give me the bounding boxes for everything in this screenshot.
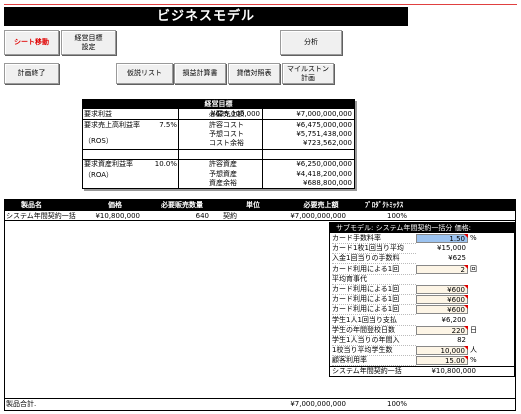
allowed-assets-value: ¥6,250,000,000 — [296, 160, 352, 168]
col-product-name: 製品名 — [21, 201, 42, 209]
submodel-row-label: 顧客利用率 — [332, 356, 416, 367]
submodel-row-value[interactable]: 1.50 — [416, 234, 468, 243]
submodel-row-label: カード利用による1回 — [332, 265, 416, 275]
required-sales-value: ¥7,000,000,000 — [296, 110, 352, 118]
submodel-result-value: ¥10,800,000 — [431, 367, 476, 375]
submodel-row-value[interactable]: 15.00 — [416, 356, 468, 366]
allowed-cost-label: 許容コスト — [209, 121, 244, 129]
management-targets-panel: 経営目標 要求利益 ¥625,000,000 必要売上額 ¥7,000,000,… — [82, 99, 355, 189]
hypothesis-list-label: 仮説リスト — [127, 69, 162, 77]
submodel-row-value[interactable]: ¥600 — [416, 285, 468, 294]
roa-sub-label: （ROA） — [84, 171, 114, 179]
submodel-title: サブモデル: システム年間契約一括分 価格: — [330, 223, 516, 233]
submodel-row-label: カード利用による1回 — [332, 285, 416, 295]
col-required-qty: 必要販売数量 — [161, 201, 203, 209]
product-total-sales: ¥7,000,000,000 — [290, 400, 346, 408]
submodel-row-unit: % — [470, 234, 477, 242]
analysis-button[interactable]: 分析 — [280, 30, 342, 55]
expected-cost-value: ¥5,751,438,000 — [296, 130, 352, 138]
product-unit-cell[interactable]: 契約 — [223, 212, 263, 221]
hypothesis-list-button[interactable]: 仮説リスト — [116, 63, 173, 84]
submodel-panel: サブモデル: システム年間契約一括分 価格: カード手数料率 1.50% カード1枚… — [329, 222, 516, 377]
top-accent-line — [4, 4, 517, 5]
asset-margin-value: ¥688,800,000 — [303, 179, 352, 187]
management-targets-title: 経営目標 — [82, 99, 355, 109]
submodel-row-value[interactable]: ¥600 — [416, 295, 468, 305]
col-unit: 単位 — [246, 201, 260, 209]
col-price: 価格 — [108, 201, 122, 209]
submodel-row-label: 1校当り平均学生数 — [332, 346, 416, 357]
ros-sub-label: （ROS） — [84, 137, 113, 145]
comment-marker-icon — [464, 356, 468, 361]
comment-marker-icon — [464, 325, 468, 330]
submodel-row-value: ¥6,200 — [416, 315, 468, 325]
submodel-row-label: カード1枚1回当り平均 — [332, 244, 416, 255]
product-qty-cell[interactable]: 640 — [155, 212, 209, 221]
submodel-row-label: 学生1人1回当り支払 — [332, 316, 416, 326]
allowed-cost-value: ¥6,475,000,000 — [296, 121, 352, 129]
submodel-row-value: 82 — [416, 336, 468, 345]
comment-marker-icon — [464, 295, 468, 300]
end-plan-button[interactable]: 計画終了 — [4, 63, 59, 84]
product-table: 製品名 価格 必要販売数量 単位 必要売上額 ﾌﾟﾛﾀﾞｸﾄﾐｯｸｽ システム年… — [4, 199, 516, 411]
submodel-row-value[interactable]: ¥600 — [416, 305, 468, 315]
product-name-cell[interactable]: システム年間契約一括 — [6, 212, 82, 221]
comment-marker-icon — [464, 346, 468, 351]
submodel-row-label: カード手数料率 — [332, 234, 416, 244]
expected-cost-label: 予想コスト — [209, 130, 244, 138]
set-targets-label: 経営目標 設定 — [74, 33, 103, 51]
sheet-move-button[interactable]: シート移動 — [4, 30, 59, 55]
product-total-label: 製品合計. — [6, 400, 37, 408]
comment-marker-icon — [464, 285, 468, 289]
milestone-plan-label: マイルストン 計画 — [287, 64, 329, 82]
set-targets-button[interactable]: 経営目標 設定 — [61, 30, 116, 55]
cost-margin-label: コスト余裕 — [209, 139, 244, 147]
comment-marker-icon — [464, 305, 468, 310]
col-product-mix: ﾌﾟﾛﾀﾞｸﾄﾐｯｸｽ — [364, 201, 404, 209]
allowed-assets-label: 許容資産 — [209, 160, 237, 168]
expected-assets-label: 予想資産 — [209, 170, 237, 178]
end-plan-label: 計画終了 — [17, 69, 46, 77]
balance-sheet-label: 貸借対照表 — [236, 69, 272, 77]
page-title: ビジネスモデル — [4, 7, 408, 26]
ros-value: 7.5% — [159, 121, 177, 129]
income-statement-button[interactable]: 損益計算書 — [174, 63, 226, 84]
required-sales-label: 必要売上額 — [209, 110, 244, 118]
submodel-row-unit: % — [470, 356, 477, 365]
submodel-row-unit: 人 — [470, 346, 477, 355]
comment-marker-icon — [464, 234, 468, 238]
ros-label: 要求売上高利益率 — [84, 121, 140, 129]
submodel-row-label: 入金1回当りの手数料 — [332, 254, 416, 265]
asset-margin-label: 資産余裕 — [209, 179, 237, 187]
submodel-row-unit: 回 — [470, 264, 477, 273]
milestone-plan-button[interactable]: マイルストン 計画 — [282, 63, 334, 84]
submodel-row-value — [416, 274, 468, 284]
submodel-row-label: 学生の年間登校日数 — [332, 326, 416, 336]
product-sales-cell: ¥7,000,000,000 — [290, 212, 346, 220]
submodel-row-label: カード利用による1回 — [332, 305, 416, 316]
comment-marker-icon — [464, 264, 468, 269]
submodel-row-value[interactable]: 220 — [416, 325, 468, 335]
submodel-result-label: システム年間契約一括 — [332, 367, 402, 375]
analysis-label: 分析 — [304, 38, 318, 46]
product-total-mix: 100% — [386, 400, 407, 408]
submodel-row-value[interactable]: 2 — [416, 264, 468, 274]
submodel-row-label: 学生1人当りの年間入 — [332, 336, 416, 346]
cost-margin-value: ¥723,562,000 — [303, 139, 352, 147]
sheet-move-label: シート移動 — [14, 38, 49, 46]
balance-sheet-button[interactable]: 貸借対照表 — [228, 63, 280, 84]
submodel-row-label: 平均育事代 — [332, 275, 416, 285]
submodel-row-value: ¥625 — [416, 254, 468, 264]
submodel-row-label: カード利用による1回 — [332, 295, 416, 306]
roa-label: 要求資産利益率 — [84, 160, 133, 168]
product-price-cell[interactable]: ¥10,800,000 — [82, 212, 140, 221]
submodel-row-value[interactable]: 10,000 — [416, 346, 468, 356]
roa-value: 10.0% — [154, 160, 177, 168]
submodel-row-unit: 日 — [470, 325, 477, 334]
target-profit-label: 要求利益 — [84, 110, 112, 118]
submodel-row-value: ¥15,000 — [416, 244, 468, 254]
income-statement-label: 損益計算書 — [182, 69, 218, 77]
expected-assets-value: ¥4,418,200,000 — [296, 170, 352, 178]
product-mix-cell: 100% — [386, 212, 407, 220]
